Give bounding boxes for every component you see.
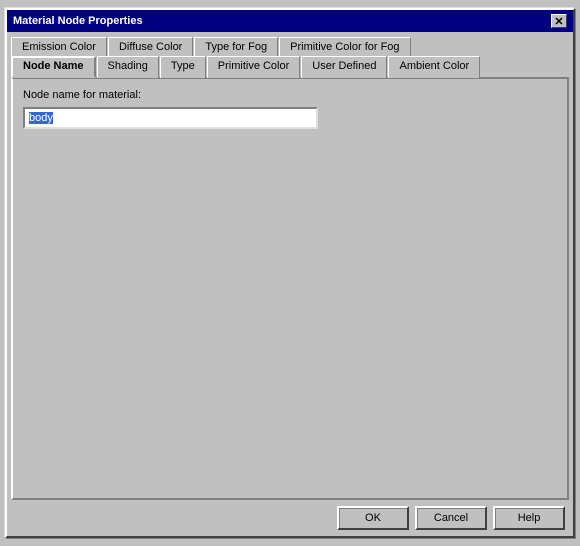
title-bar: Material Node Properties ✕ (7, 10, 573, 32)
tab-emission-color[interactable]: Emission Color (11, 37, 107, 56)
tab-primitive-color[interactable]: Primitive Color (207, 56, 301, 78)
tab-ambient-color[interactable]: Ambient Color (388, 56, 480, 78)
tabs-row1: Emission Color Diffuse Color Type for Fo… (7, 32, 573, 55)
cancel-button[interactable]: Cancel (415, 506, 487, 530)
close-button[interactable]: ✕ (551, 14, 567, 28)
tab-diffuse-color[interactable]: Diffuse Color (108, 37, 193, 56)
panel-label: Node name for material: (23, 89, 557, 101)
tab-primitive-color-for-fog[interactable]: Primitive Color for Fog (279, 37, 410, 56)
help-button[interactable]: Help (493, 506, 565, 530)
dialog-window: Material Node Properties ✕ Emission Colo… (5, 8, 575, 538)
tab-user-defined[interactable]: User Defined (301, 56, 387, 78)
content-area (23, 129, 557, 488)
window-title: Material Node Properties (13, 15, 143, 27)
tab-shading[interactable]: Shading (97, 56, 159, 78)
button-row: OK Cancel Help (7, 500, 573, 536)
tabs-row2: Node Name Shading Type Primitive Color U… (7, 55, 573, 77)
tab-panel: Node name for material: (11, 77, 569, 500)
tab-type-for-fog[interactable]: Type for Fog (194, 37, 278, 56)
ok-button[interactable]: OK (337, 506, 409, 530)
node-name-input[interactable] (23, 107, 318, 129)
tab-node-name[interactable]: Node Name (11, 56, 96, 78)
tab-type[interactable]: Type (160, 56, 206, 78)
